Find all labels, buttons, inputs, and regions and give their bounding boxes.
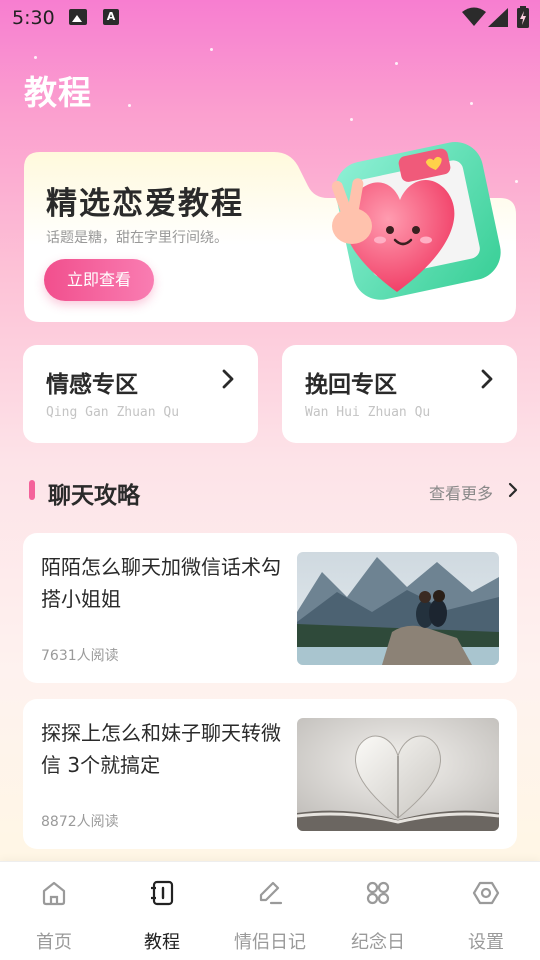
zone-title: 挽回专区 <box>305 372 397 398</box>
nav-item-home[interactable]: 首页 <box>0 862 108 960</box>
section-title: 聊天攻略 <box>48 483 140 509</box>
article-title: 陌陌怎么聊天加微信话术勾搭小姐姐 <box>41 555 281 611</box>
sparkle <box>470 102 473 105</box>
article-title: 探探上怎么和妹子聊天转微信 3个就搞定 <box>41 721 281 777</box>
a-notification-icon: A <box>103 9 119 25</box>
nav-item-couple-diary[interactable]: 情侣日记 <box>216 862 324 960</box>
section-accent-bar <box>29 480 35 500</box>
zone-title: 情感专区 <box>46 372 138 398</box>
nav-item-tutorial[interactable]: 教程 <box>108 862 216 960</box>
bottom-navigation: 首页 教程 情侣日记 纪念日 设置 <box>0 861 540 960</box>
sparkle <box>350 118 353 121</box>
chevron-right-icon[interactable] <box>508 482 518 498</box>
sparkle <box>395 62 398 65</box>
banner-title: 精选恋爱教程 <box>46 186 244 222</box>
edit-icon <box>259 881 283 905</box>
view-now-button[interactable]: 立即查看 <box>44 259 154 301</box>
hexagon-settings-icon <box>472 881 500 905</box>
featured-banner[interactable]: 精选恋爱教程 话题是糖，甜在字里行间绕。 立即查看 <box>24 141 516 322</box>
nav-label: 纪念日 <box>351 932 405 953</box>
zone-pinyin: Qing Gan Zhuan Qu <box>46 405 180 420</box>
couple-lake-photo <box>297 552 499 665</box>
notebook-icon <box>151 880 174 906</box>
chevron-right-icon <box>481 369 493 389</box>
emotion-zone-card[interactable]: 情感专区 Qing Gan Zhuan Qu <box>23 345 258 443</box>
sparkle <box>210 48 213 51</box>
recovery-zone-card[interactable]: 挽回专区 Wan Hui Zhuan Qu <box>282 345 517 443</box>
status-time: 5:30 <box>12 7 55 29</box>
page-title: 教程 <box>24 73 92 112</box>
grid-icon <box>366 881 390 905</box>
article-card[interactable]: 陌陌怎么聊天加微信话术勾搭小姐姐 7631人阅读 <box>23 533 517 683</box>
heart-photo-illustration-icon <box>331 141 501 300</box>
sparkle <box>128 104 131 107</box>
battery-charging-icon <box>517 6 529 28</box>
nav-label: 设置 <box>468 932 504 953</box>
article-read-count: 8872人阅读 <box>41 814 119 830</box>
image-notification-icon <box>69 9 87 25</box>
wifi-icon <box>462 7 486 26</box>
nav-label: 教程 <box>144 932 180 953</box>
signal-icon <box>488 8 508 27</box>
article-read-count: 7631人阅读 <box>41 648 119 664</box>
chevron-right-icon <box>222 369 234 389</box>
nav-label: 首页 <box>36 932 72 953</box>
banner-subtitle: 话题是糖，甜在字里行间绕。 <box>46 230 228 246</box>
sparkle <box>34 56 37 59</box>
view-more-link[interactable]: 查看更多 <box>429 480 493 504</box>
home-icon <box>42 881 66 906</box>
nav-item-anniversary[interactable]: 纪念日 <box>324 862 432 960</box>
status-bar: 5:30 A <box>0 0 540 36</box>
book-heart-photo <box>297 718 499 831</box>
nav-label: 情侣日记 <box>234 932 306 953</box>
zone-pinyin: Wan Hui Zhuan Qu <box>305 405 431 420</box>
article-card[interactable]: 探探上怎么和妹子聊天转微信 3个就搞定 8872人阅读 <box>23 699 517 849</box>
nav-item-settings[interactable]: 设置 <box>432 862 540 960</box>
